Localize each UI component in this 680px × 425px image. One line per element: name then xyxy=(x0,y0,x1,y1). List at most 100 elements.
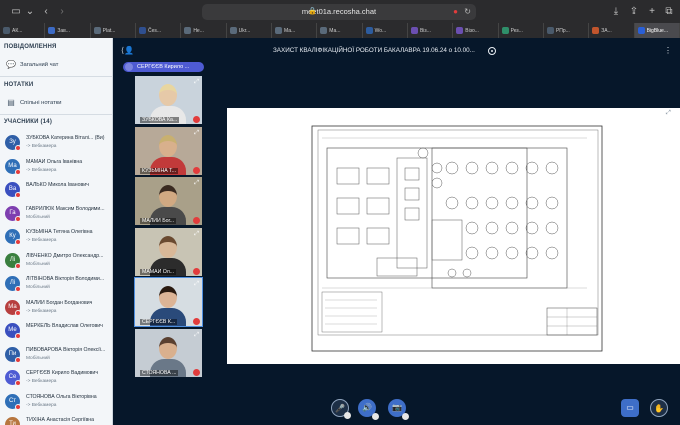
browser-tab[interactable]: Ма... xyxy=(317,23,363,38)
tab-label: Plat... xyxy=(102,27,116,34)
user-list-item[interactable]: Зу ЗУБКОВА Катерина Віталі... (Ви) -> Вебк… xyxy=(5,133,111,153)
tab-label: РПр... xyxy=(555,27,570,34)
camera-active-icon[interactable]: ● xyxy=(453,4,458,20)
favicon-icon xyxy=(637,27,645,34)
browser-tab[interactable]: Візо... xyxy=(453,23,499,38)
chevron-down-icon[interactable]: ⌄ xyxy=(24,6,36,18)
tab-strip: АК... Зав... Plat... Čes... Не... Ukr... Ма...… xyxy=(0,23,680,38)
browser-tab[interactable]: АК... xyxy=(0,23,46,38)
user-list-item[interactable]: Лі ЛІБЧЕНКО Дмитро Олександр... Мобільний xyxy=(5,251,111,271)
users-toggle-icon[interactable]: ⟨👤 xyxy=(121,46,134,55)
person-head xyxy=(159,185,177,207)
forward-icon[interactable]: › xyxy=(56,6,68,18)
video-tile[interactable]: ⤢ СЕРГЄЄВ К... xyxy=(134,277,203,327)
user-list-item[interactable]: Ку КУЗЬМІНА Тетяна Олегівна -> Вебкамера xyxy=(5,227,111,247)
expand-icon[interactable]: ⤢ xyxy=(194,130,199,137)
video-tile[interactable]: ⤢ СТОЯНОВА ... xyxy=(135,328,202,377)
user-name: СТОЯНОВА Ольга Вікторівна xyxy=(26,393,97,400)
video-tile[interactable]: ⤢ ЗУБКОВА Ка... xyxy=(135,76,202,124)
video-tile[interactable]: ⤢ МАЛИЙ Бог... xyxy=(135,177,202,225)
microphone-button[interactable]: 🎤 xyxy=(331,399,351,419)
expand-icon[interactable]: ⤢ xyxy=(194,180,199,187)
user-name: МАМАЙ Ольга Іванівна xyxy=(26,158,83,165)
expand-icon[interactable]: ⤢ xyxy=(194,281,199,288)
tab-label: АК... xyxy=(12,27,23,34)
share-icon[interactable]: ⇪ xyxy=(628,6,640,18)
chevron-down-icon[interactable] xyxy=(372,413,379,420)
tab-overview-icon[interactable]: ⧉ xyxy=(663,6,675,18)
audio-button[interactable]: 🔊 xyxy=(358,399,379,420)
download-icon[interactable]: ⤓ xyxy=(610,6,622,18)
browser-tab[interactable]: Ма... xyxy=(272,23,318,38)
browser-tab[interactable]: Зав... xyxy=(45,23,91,38)
expand-icon[interactable]: ⤢ xyxy=(194,332,199,339)
more-options-icon[interactable]: ⋮ xyxy=(664,46,672,55)
browser-toolbar: ▭ ⌄ ‹ › 🔒 meet01a.recosha.chat ● ↻ ⤓ ⇪ +… xyxy=(0,0,680,23)
user-list-item[interactable]: Ме МЕРКЕЛЬ Владислав Олегович xyxy=(5,321,111,341)
browser-tab[interactable]: Čes... xyxy=(136,23,182,38)
user-name: ЛІТВІНОВА Вікторія Володими... xyxy=(26,276,105,282)
video-tile[interactable]: ⤢ МАМАЙ Ол... xyxy=(135,227,202,276)
favicon-icon xyxy=(501,27,509,34)
user-status: -> Вебкамера xyxy=(26,167,57,173)
user-list-item[interactable]: Се СЕРГЄЄВ Кирило Вадимович -> Вебкамера xyxy=(5,368,111,388)
browser-tab[interactable]: РПр... xyxy=(544,23,590,38)
browser-tab[interactable]: Рез... xyxy=(499,23,544,38)
user-list-item[interactable]: Пи ПИВОВАРОВА Вікторія Олексії... Мобільни… xyxy=(5,345,111,365)
user-list-item[interactable]: Ти ТИХІНА Анастасія Сергіївна xyxy=(5,415,111,425)
divider xyxy=(0,76,112,77)
person-head xyxy=(159,336,177,359)
raise-hand-button[interactable]: ✋ xyxy=(650,399,668,417)
browser-tab[interactable]: Віз... xyxy=(408,23,454,38)
share-screen-button[interactable]: ▭ xyxy=(621,399,639,417)
reload-icon[interactable]: ↻ xyxy=(464,4,471,20)
tab-label: Wo... xyxy=(374,27,387,34)
presenter-badge[interactable]: СЕРГЄЄВ Кирило ... xyxy=(123,62,204,72)
notes-header: НОТАТКИ xyxy=(4,82,34,88)
address-bar[interactable]: 🔒 meet01a.recosha.chat ● ↻ xyxy=(202,4,476,20)
browser-tab[interactable]: Не... xyxy=(181,23,227,38)
public-chat-item[interactable]: 💬 Загальний чат xyxy=(6,60,58,70)
tab-label: Ма... xyxy=(283,27,296,34)
muted-mic-icon xyxy=(15,380,21,386)
browser-tab[interactable]: Ukr... xyxy=(227,23,272,38)
user-list-item[interactable]: Ва ВАЛЬКО Микола Іванович xyxy=(5,180,111,200)
video-tile[interactable]: ⤢ КУЗЬМІНА Т... xyxy=(135,126,202,175)
new-tab-icon[interactable]: + xyxy=(646,6,658,18)
user-status: Мобільний xyxy=(26,214,50,220)
recording-icon[interactable] xyxy=(488,47,496,55)
muted-mic-icon xyxy=(15,403,21,410)
browser-tab[interactable]: ЗА... xyxy=(589,23,635,38)
tab-label: Віз... xyxy=(419,27,431,34)
browser-tab[interactable]: Plat... xyxy=(91,23,136,38)
muted-mic-icon xyxy=(15,356,21,363)
user-list-item[interactable]: Га ГАВРИЛЮК Максим Володими... Мобільний xyxy=(5,204,111,224)
favicon-icon xyxy=(592,27,600,34)
user-name: ТИХІНА Анастасія Сергіївна xyxy=(26,417,94,423)
browser-tab[interactable]: Wo... xyxy=(363,23,408,38)
favicon-icon xyxy=(138,27,146,34)
user-status: -> Вебкамера xyxy=(26,144,57,149)
tab-label: Čes... xyxy=(147,27,162,34)
chevron-down-icon[interactable] xyxy=(344,412,351,419)
expand-icon[interactable]: ⤢ xyxy=(194,79,199,86)
chat-icon: 💬 xyxy=(6,60,16,69)
muted-mic-icon xyxy=(15,192,21,198)
browser-tab[interactable]: BigBlue... xyxy=(634,23,680,38)
tab-label: Зав... xyxy=(57,27,70,34)
fullscreen-icon[interactable]: ⤢ xyxy=(666,110,671,117)
shared-notes-item[interactable]: ▤ Спільні нотатки xyxy=(6,98,61,108)
user-list-item[interactable]: Лі ЛІТВІНОВА Вікторія Володими... Мобільни… xyxy=(5,274,111,294)
expand-icon[interactable]: ⤢ xyxy=(194,231,199,238)
camera-button[interactable]: 📷 xyxy=(388,399,409,420)
browser-chrome: ▭ ⌄ ‹ › 🔒 meet01a.recosha.chat ● ↻ ⤓ ⇪ +… xyxy=(0,0,680,38)
favicon-icon xyxy=(456,27,464,34)
user-status: -> Вебкамера xyxy=(26,379,57,384)
user-list-item[interactable]: Ма МАЛИЙ Богдан Богданович -> Вебкамера xyxy=(5,298,111,318)
user-list-item[interactable]: Ст СТОЯНОВА Ольга Вікторівна -> Вебкамера xyxy=(5,392,111,412)
back-icon[interactable]: ‹ xyxy=(40,6,52,18)
chevron-down-icon[interactable] xyxy=(402,413,409,420)
user-list-item[interactable]: Ма МАМАЙ Ольга Іванівна -> Вебкамера xyxy=(5,157,111,177)
presentation-slide xyxy=(227,108,680,364)
sidebar-toggle-icon[interactable]: ▭ xyxy=(10,6,22,18)
